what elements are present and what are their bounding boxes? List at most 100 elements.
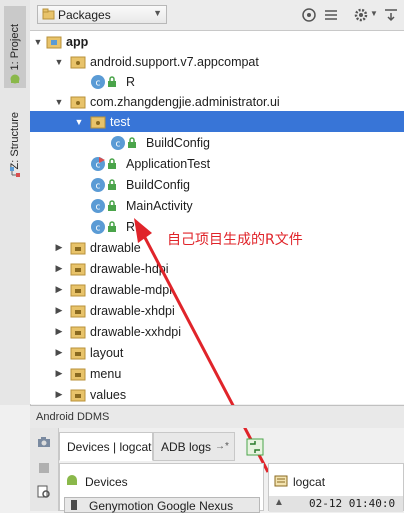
class-icon: c: [91, 219, 105, 234]
tree-label: R: [126, 74, 136, 89]
expand-arrow-icon[interactable]: ▼: [74, 117, 84, 127]
lock-icon: [108, 157, 116, 169]
tree-row-folder[interactable]: ▶ drawable-hdpi: [30, 258, 404, 279]
folder-icon: [70, 242, 86, 254]
tree-label: drawable-xhdpi: [90, 303, 175, 318]
tree-label: drawable-xxhdpi: [90, 324, 182, 339]
expand-arrow-icon[interactable]: ▶: [54, 326, 64, 337]
class-icon: c: [91, 177, 105, 192]
lock-icon: [128, 136, 136, 148]
expand-arrow-icon[interactable]: ▼: [54, 97, 64, 107]
chevron-down-icon: ▼: [153, 8, 162, 18]
tree-label: BuildConfig: [146, 135, 210, 150]
folder-icon: [70, 347, 86, 359]
lock-icon: [108, 220, 116, 232]
restore-layout-icon[interactable]: [246, 438, 264, 456]
expand-arrow-icon[interactable]: ▼: [33, 37, 43, 47]
folder-icon: [70, 326, 86, 338]
left-tool-strip: 1: Project Z: Structure: [0, 0, 31, 405]
folder-icon: [70, 284, 86, 296]
tree-label: BuildConfig: [126, 177, 190, 192]
svg-text:c: c: [96, 223, 101, 233]
expand-arrow-icon[interactable]: ▶: [54, 347, 64, 358]
gear-dropdown-chevron-icon[interactable]: ▼: [370, 9, 378, 18]
tree-label: drawable: [90, 240, 141, 255]
folder-icon: [70, 305, 86, 317]
structure-tool-tab[interactable]: Z: Structure: [4, 100, 26, 182]
gear-icon[interactable]: [353, 7, 369, 23]
tree-label: app: [66, 34, 89, 49]
svg-text:c: c: [96, 78, 101, 88]
tree-row-class[interactable]: c BuildConfig: [30, 174, 404, 195]
annotation-text: 自己项目生成的R文件: [167, 232, 303, 248]
expand-arrow-icon[interactable]: ▶: [54, 389, 64, 400]
tree-row-folder[interactable]: ▶ drawable-xhdpi: [30, 300, 404, 321]
tree-label: values: [90, 387, 127, 402]
tab-label: ADB logs: [161, 439, 212, 454]
arrow-up-icon[interactable]: ▲: [274, 497, 284, 508]
tree-label: MainActivity: [126, 198, 193, 213]
tree-label: drawable-hdpi: [90, 261, 169, 276]
target-icon[interactable]: [301, 7, 317, 23]
tree-label: com.zhangdengjie.administrator.ui: [90, 94, 280, 109]
hide-icon[interactable]: [383, 7, 399, 23]
project-tool-tab[interactable]: 1: Project: [4, 6, 26, 88]
android-icon: [10, 74, 20, 84]
logcat-line: 02-12 01:40:0: [309, 497, 396, 510]
logcat-row: ▲ 02-12 01:40:0: [269, 496, 403, 512]
tree-row-folder[interactable]: ▶ drawable-mdpi: [30, 279, 404, 300]
tab-label: Devices | logcat: [67, 439, 152, 454]
expand-arrow-icon[interactable]: ▶: [54, 305, 64, 316]
package-folder-icon: [70, 96, 86, 108]
tree-row-folder[interactable]: ▶ values: [30, 384, 404, 404]
expand-arrow-icon[interactable]: ▼: [54, 57, 64, 67]
project-toolbar: Packages ▼ ▼: [30, 0, 404, 31]
tree-row-test-selected[interactable]: ▼ test: [30, 111, 404, 132]
tree-row-folder[interactable]: ▶ layout: [30, 342, 404, 363]
collapse-icon[interactable]: [323, 7, 339, 23]
tree-row-package[interactable]: ▼ com.zhangdengjie.administrator.ui: [30, 91, 404, 112]
expand-arrow-icon[interactable]: ▶: [54, 263, 64, 274]
class-icon: c: [91, 198, 105, 213]
tree-row-class[interactable]: c MainActivity: [30, 195, 404, 216]
tree-label: test: [110, 114, 131, 129]
svg-text:c: c: [116, 139, 121, 149]
screen-capture-icon[interactable]: [36, 484, 52, 500]
lock-icon: [108, 75, 116, 87]
devices-header: Devices: [85, 475, 128, 489]
expand-arrow-icon[interactable]: ▶: [54, 284, 64, 295]
class-icon: c: [91, 74, 105, 89]
tree-row-class[interactable]: c ApplicationTest: [30, 153, 404, 174]
folder-icon: [70, 368, 86, 380]
svg-text:c: c: [96, 202, 101, 212]
tree-row-folder[interactable]: ▶ menu: [30, 363, 404, 384]
tree-row-class[interactable]: c R: [30, 71, 404, 92]
tree-label: menu: [90, 366, 122, 381]
view-selector-dropdown[interactable]: Packages ▼: [37, 5, 167, 24]
camera-icon[interactable]: [36, 434, 52, 450]
tab-devices-logcat[interactable]: Devices | logcat: [59, 432, 153, 461]
tree-row-package[interactable]: ▼ android.support.v7.appcompat: [30, 51, 404, 72]
logcat-header: logcat: [293, 475, 326, 489]
pin-icon[interactable]: →*: [215, 441, 229, 452]
tree-label: layout: [90, 345, 124, 360]
package-folder-icon: [70, 56, 86, 68]
view-selector-label: Packages: [58, 7, 111, 22]
tree-row-class[interactable]: c BuildConfig: [30, 132, 404, 153]
tree-label: drawable-mdpi: [90, 282, 172, 297]
tree-label: ApplicationTest: [126, 156, 211, 171]
expand-arrow-icon[interactable]: ▶: [54, 368, 64, 379]
structure-tab-label: Z: Structure: [9, 112, 21, 170]
expand-arrow-icon[interactable]: ▶: [54, 242, 64, 253]
tree-row-folder[interactable]: ▶ drawable-xxhdpi: [30, 321, 404, 342]
tree-row-app[interactable]: ▼ app: [30, 31, 404, 52]
stop-icon[interactable]: [36, 460, 52, 476]
project-tab-label: 1: Project: [9, 23, 21, 71]
ddms-tabs: Devices | logcat ADB logs →*: [59, 432, 404, 462]
folder-icon: [70, 263, 86, 275]
project-tree: ▼ app ▼ android.support.v7.appcompat c R…: [30, 31, 404, 404]
tab-adb-logs[interactable]: ADB logs →*: [153, 432, 235, 461]
ddms-side-toolbar: [30, 428, 59, 511]
test-class-icon: c: [91, 156, 105, 171]
logcat-icon: [274, 475, 288, 487]
